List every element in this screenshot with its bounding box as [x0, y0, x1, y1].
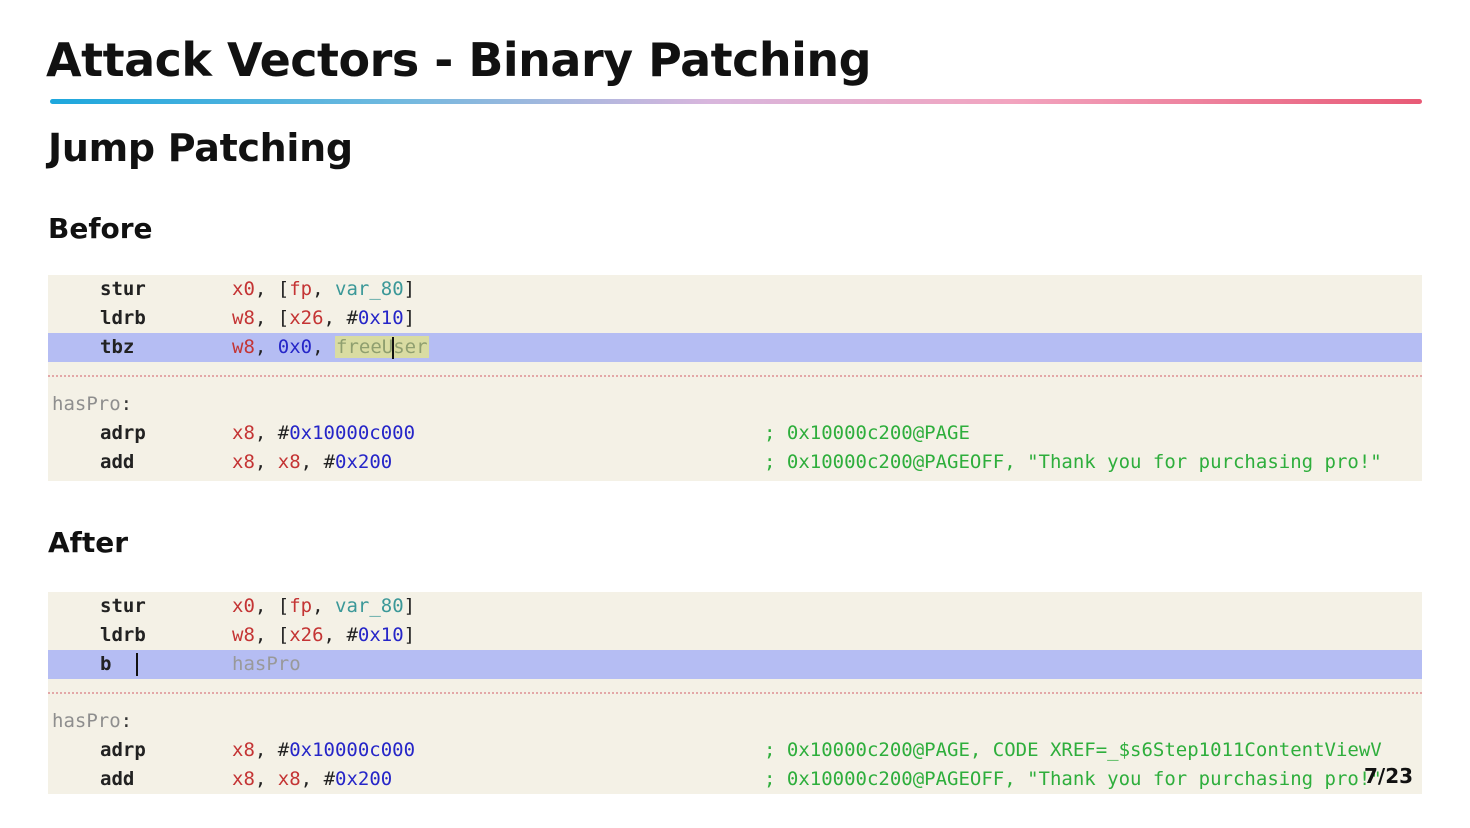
operands: w8, [x26, #0x10]: [232, 624, 416, 646]
label-name: hasPro: [52, 393, 121, 415]
after-code-block: stur x0, [fp, var_80] ldrb w8, [x26, #0x…: [48, 592, 1422, 794]
mnemonic: add: [100, 451, 135, 473]
operands: x8, #0x10000c000: [232, 739, 416, 761]
branch-target-haspro[interactable]: hasPro: [232, 650, 301, 679]
code-line-stur[interactable]: stur x0, [fp, var_80]: [48, 592, 1422, 621]
operands: w8, [x26, #0x10]: [232, 307, 416, 329]
code-line-adrp[interactable]: adrp x8, #0x10000c000 ; 0x10000c200@PAGE…: [48, 736, 1422, 765]
code-label-haspro[interactable]: hasPro:: [48, 707, 1422, 736]
code-line-b-selected[interactable]: b hasPro: [48, 650, 1422, 679]
code-comment: ; 0x10000c200@PAGE: [764, 422, 970, 444]
operands: x0, [fp, var_80]: [232, 278, 416, 300]
operands: x8, #0x10000c000: [232, 422, 416, 444]
operands: x8, x8, #0x200: [232, 768, 393, 790]
mnemonic: add: [100, 768, 135, 790]
mnemonic: stur: [100, 278, 146, 300]
operands: x8, x8, #0x200: [232, 451, 393, 473]
mnemonic: ldrb: [100, 624, 146, 646]
slide-title: Attack Vectors - Binary Patching: [46, 33, 872, 87]
procedure-separator: [48, 679, 1422, 707]
before-heading: Before: [48, 212, 153, 245]
code-line-stur[interactable]: stur x0, [fp, var_80]: [48, 275, 1422, 304]
mnemonic: stur: [100, 595, 146, 617]
section-title: Jump Patching: [48, 126, 353, 170]
code-line-ldrb[interactable]: ldrb w8, [x26, #0x10]: [48, 621, 1422, 650]
code-line-ldrb[interactable]: ldrb w8, [x26, #0x10]: [48, 304, 1422, 333]
code-line-add[interactable]: add x8, x8, #0x200 ; 0x10000c200@PAGEOFF…: [48, 448, 1422, 477]
procedure-separator: [48, 362, 1422, 390]
before-code-block: stur x0, [fp, var_80] ldrb w8, [x26, #0x…: [48, 275, 1422, 481]
operands: x0, [fp, var_80]: [232, 595, 416, 617]
code-comment: ; 0x10000c200@PAGEOFF, "Thank you for pu…: [764, 768, 1382, 790]
mnemonic: adrp: [100, 739, 146, 761]
code-comment: ; 0x10000c200@PAGEOFF, "Thank you for pu…: [764, 451, 1382, 473]
code-line-add[interactable]: add x8, x8, #0x200 ; 0x10000c200@PAGEOFF…: [48, 765, 1422, 794]
code-comment: ; 0x10000c200@PAGE, CODE XREF=_$s6Step10…: [764, 739, 1382, 761]
mnemonic: b: [100, 653, 112, 675]
code-label-haspro[interactable]: hasPro:: [48, 390, 1422, 419]
text-cursor: [136, 653, 138, 676]
label-name: hasPro: [52, 710, 121, 732]
title-underline: [50, 99, 1422, 104]
mnemonic: adrp: [100, 422, 146, 444]
operands: w8, 0x0, freeUser: [232, 336, 429, 359]
after-heading: After: [48, 526, 129, 559]
branch-target-freeuser[interactable]: freeUser: [335, 336, 429, 359]
code-line-adrp[interactable]: adrp x8, #0x10000c000 ; 0x10000c200@PAGE: [48, 419, 1422, 448]
page-number: 7/23: [1364, 764, 1414, 788]
mnemonic: tbz: [100, 336, 135, 358]
code-line-tbz-selected[interactable]: tbz w8, 0x0, freeUser: [48, 333, 1422, 362]
mnemonic: ldrb: [100, 307, 146, 329]
